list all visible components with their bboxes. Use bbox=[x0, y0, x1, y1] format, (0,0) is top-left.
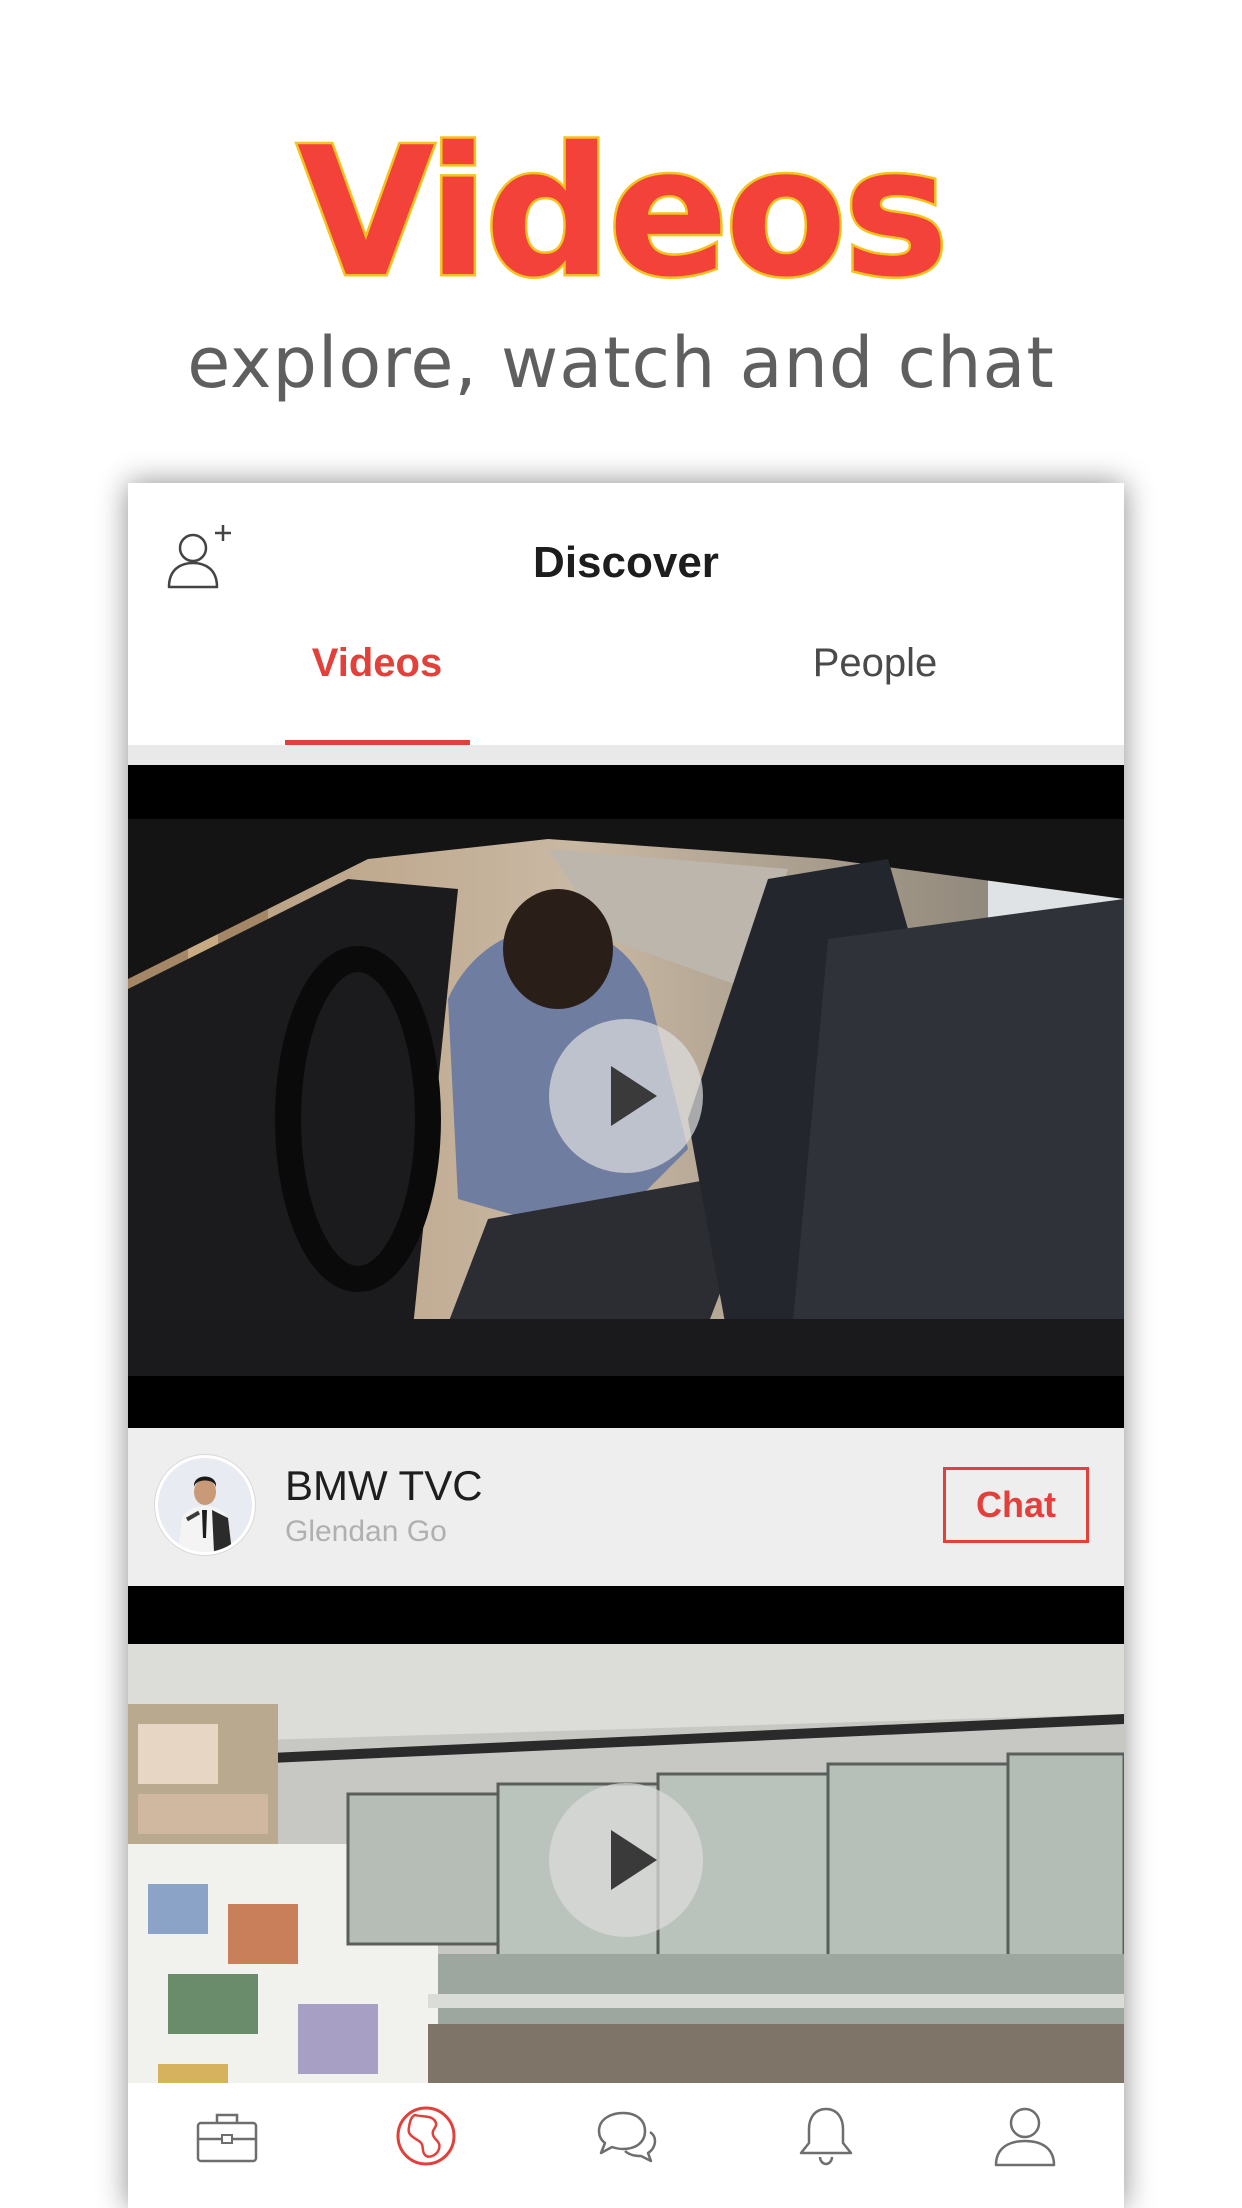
play-icon bbox=[611, 1830, 657, 1890]
video-author[interactable]: Glendan Go bbox=[285, 1514, 447, 1550]
tab-bar-item-notifications[interactable] bbox=[791, 2101, 861, 2171]
tab-bar-item-messages[interactable] bbox=[591, 2101, 661, 2171]
play-icon bbox=[611, 1066, 657, 1126]
promo-subtitle: explore, watch and chat bbox=[187, 322, 1055, 404]
profile-icon bbox=[994, 2107, 1056, 2167]
promo-title: Videos bbox=[294, 109, 951, 316]
tab-people-label: People bbox=[812, 641, 938, 685]
video-title[interactable]: BMW TVC bbox=[285, 1461, 483, 1511]
chat-button[interactable]: Chat bbox=[943, 1467, 1089, 1543]
nav-bar: Discover Videos People bbox=[128, 483, 1124, 745]
video-player[interactable] bbox=[128, 765, 1124, 1428]
tab-videos[interactable]: Videos bbox=[128, 633, 626, 743]
phone-screen: Discover Videos People BMW TVC Glendan G… bbox=[128, 483, 1124, 2208]
video-info-row: BMW TVC Glendan Go Chat bbox=[128, 1428, 1124, 1586]
divider bbox=[128, 745, 1124, 765]
tab-people[interactable]: People bbox=[626, 633, 1124, 743]
tab-bar-item-jobs[interactable] bbox=[192, 2101, 262, 2171]
briefcase-icon bbox=[196, 2113, 258, 2163]
tab-bar-item-profile[interactable] bbox=[990, 2101, 1060, 2171]
page-title: Discover bbox=[533, 538, 719, 587]
avatar[interactable] bbox=[155, 1455, 255, 1555]
tab-bar-item-discover[interactable] bbox=[391, 2101, 461, 2171]
bottom-tab-bar bbox=[128, 2083, 1124, 2208]
bell-icon bbox=[799, 2107, 853, 2166]
globe-icon bbox=[396, 2106, 456, 2166]
chat-bubbles-icon bbox=[597, 2111, 657, 2163]
play-button[interactable] bbox=[549, 1783, 703, 1937]
tab-videos-label: Videos bbox=[311, 641, 443, 685]
play-button[interactable] bbox=[549, 1019, 703, 1173]
